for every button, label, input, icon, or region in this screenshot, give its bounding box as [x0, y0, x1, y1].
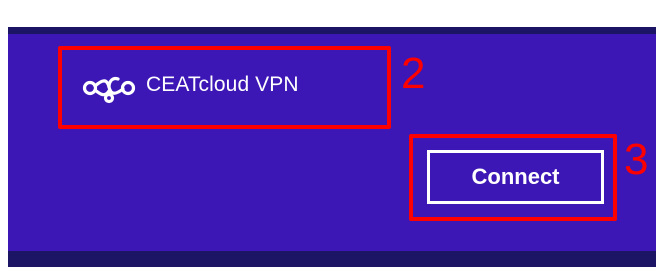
- network-name: CEATcloud VPN: [146, 73, 299, 96]
- panel-bottom-border: [8, 251, 656, 267]
- network-item-vpn[interactable]: CEATcloud VPN: [68, 57, 378, 119]
- panel-top-border: [8, 27, 656, 34]
- connect-button[interactable]: Connect: [427, 150, 604, 204]
- top-whitespace: [0, 0, 664, 27]
- vpn-connection-icon: [79, 71, 139, 107]
